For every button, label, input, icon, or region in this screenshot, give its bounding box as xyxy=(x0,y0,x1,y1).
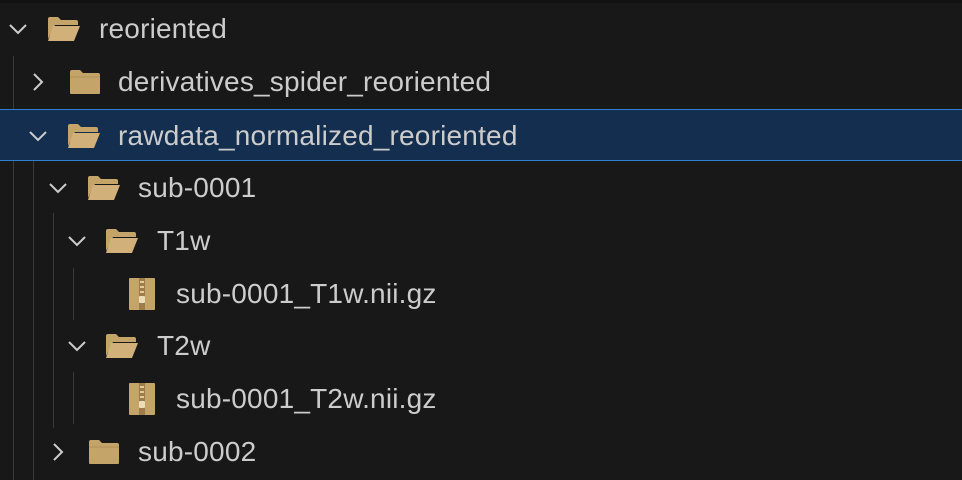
folder-open-icon xyxy=(67,110,101,162)
tree-item-label: T1w xyxy=(157,225,211,256)
tree-item-rawdata-normalized-reoriented[interactable]: rawdata_normalized_reoriented xyxy=(0,109,962,161)
tree-item-sub-0002[interactable]: sub-0002 xyxy=(0,426,962,478)
file-explorer-tree: reoriented derivatives_spider_reoriented… xyxy=(0,0,962,480)
tree-item-sub-0001[interactable]: sub-0001 xyxy=(0,162,962,214)
zip-file-icon xyxy=(128,373,156,425)
chevron-down-icon[interactable] xyxy=(25,110,51,162)
chevron-down-icon[interactable] xyxy=(5,3,31,55)
folder-open-icon xyxy=(87,162,121,214)
chevron-down-icon[interactable] xyxy=(64,215,90,267)
folder-open-icon xyxy=(105,215,139,267)
folder-icon xyxy=(69,56,101,108)
tree-item-label: sub-0002 xyxy=(138,436,257,467)
tree-item-label: sub-0001 xyxy=(138,172,257,203)
tree-item-label: reoriented xyxy=(99,13,228,44)
folder-open-icon xyxy=(47,3,81,55)
tree-item-file-t2w[interactable]: sub-0001_T2w.nii.gz xyxy=(0,373,962,425)
tree-item-label: derivatives_spider_reoriented xyxy=(118,66,492,97)
chevron-down-icon[interactable] xyxy=(45,162,71,214)
chevron-right-icon[interactable] xyxy=(25,56,51,108)
tree-item-label: sub-0001_T2w.nii.gz xyxy=(176,383,437,414)
folder-open-icon xyxy=(105,320,139,372)
chevron-down-icon[interactable] xyxy=(64,320,90,372)
tree-item-t2w[interactable]: T2w xyxy=(0,320,962,372)
chevron-right-icon[interactable] xyxy=(45,426,71,478)
tree-item-label: rawdata_normalized_reoriented xyxy=(118,120,518,151)
tree-item-t1w[interactable]: T1w xyxy=(0,215,962,267)
tree-item-file-t1w[interactable]: sub-0001_T1w.nii.gz xyxy=(0,268,962,320)
zip-file-icon xyxy=(128,268,156,320)
tree-item-derivatives-spider-reoriented[interactable]: derivatives_spider_reoriented xyxy=(0,56,962,108)
tree-item-label: sub-0001_T1w.nii.gz xyxy=(176,278,437,309)
folder-icon xyxy=(88,426,120,478)
tree-item-label: T2w xyxy=(157,330,211,361)
tree-item-reoriented[interactable]: reoriented xyxy=(0,3,962,55)
